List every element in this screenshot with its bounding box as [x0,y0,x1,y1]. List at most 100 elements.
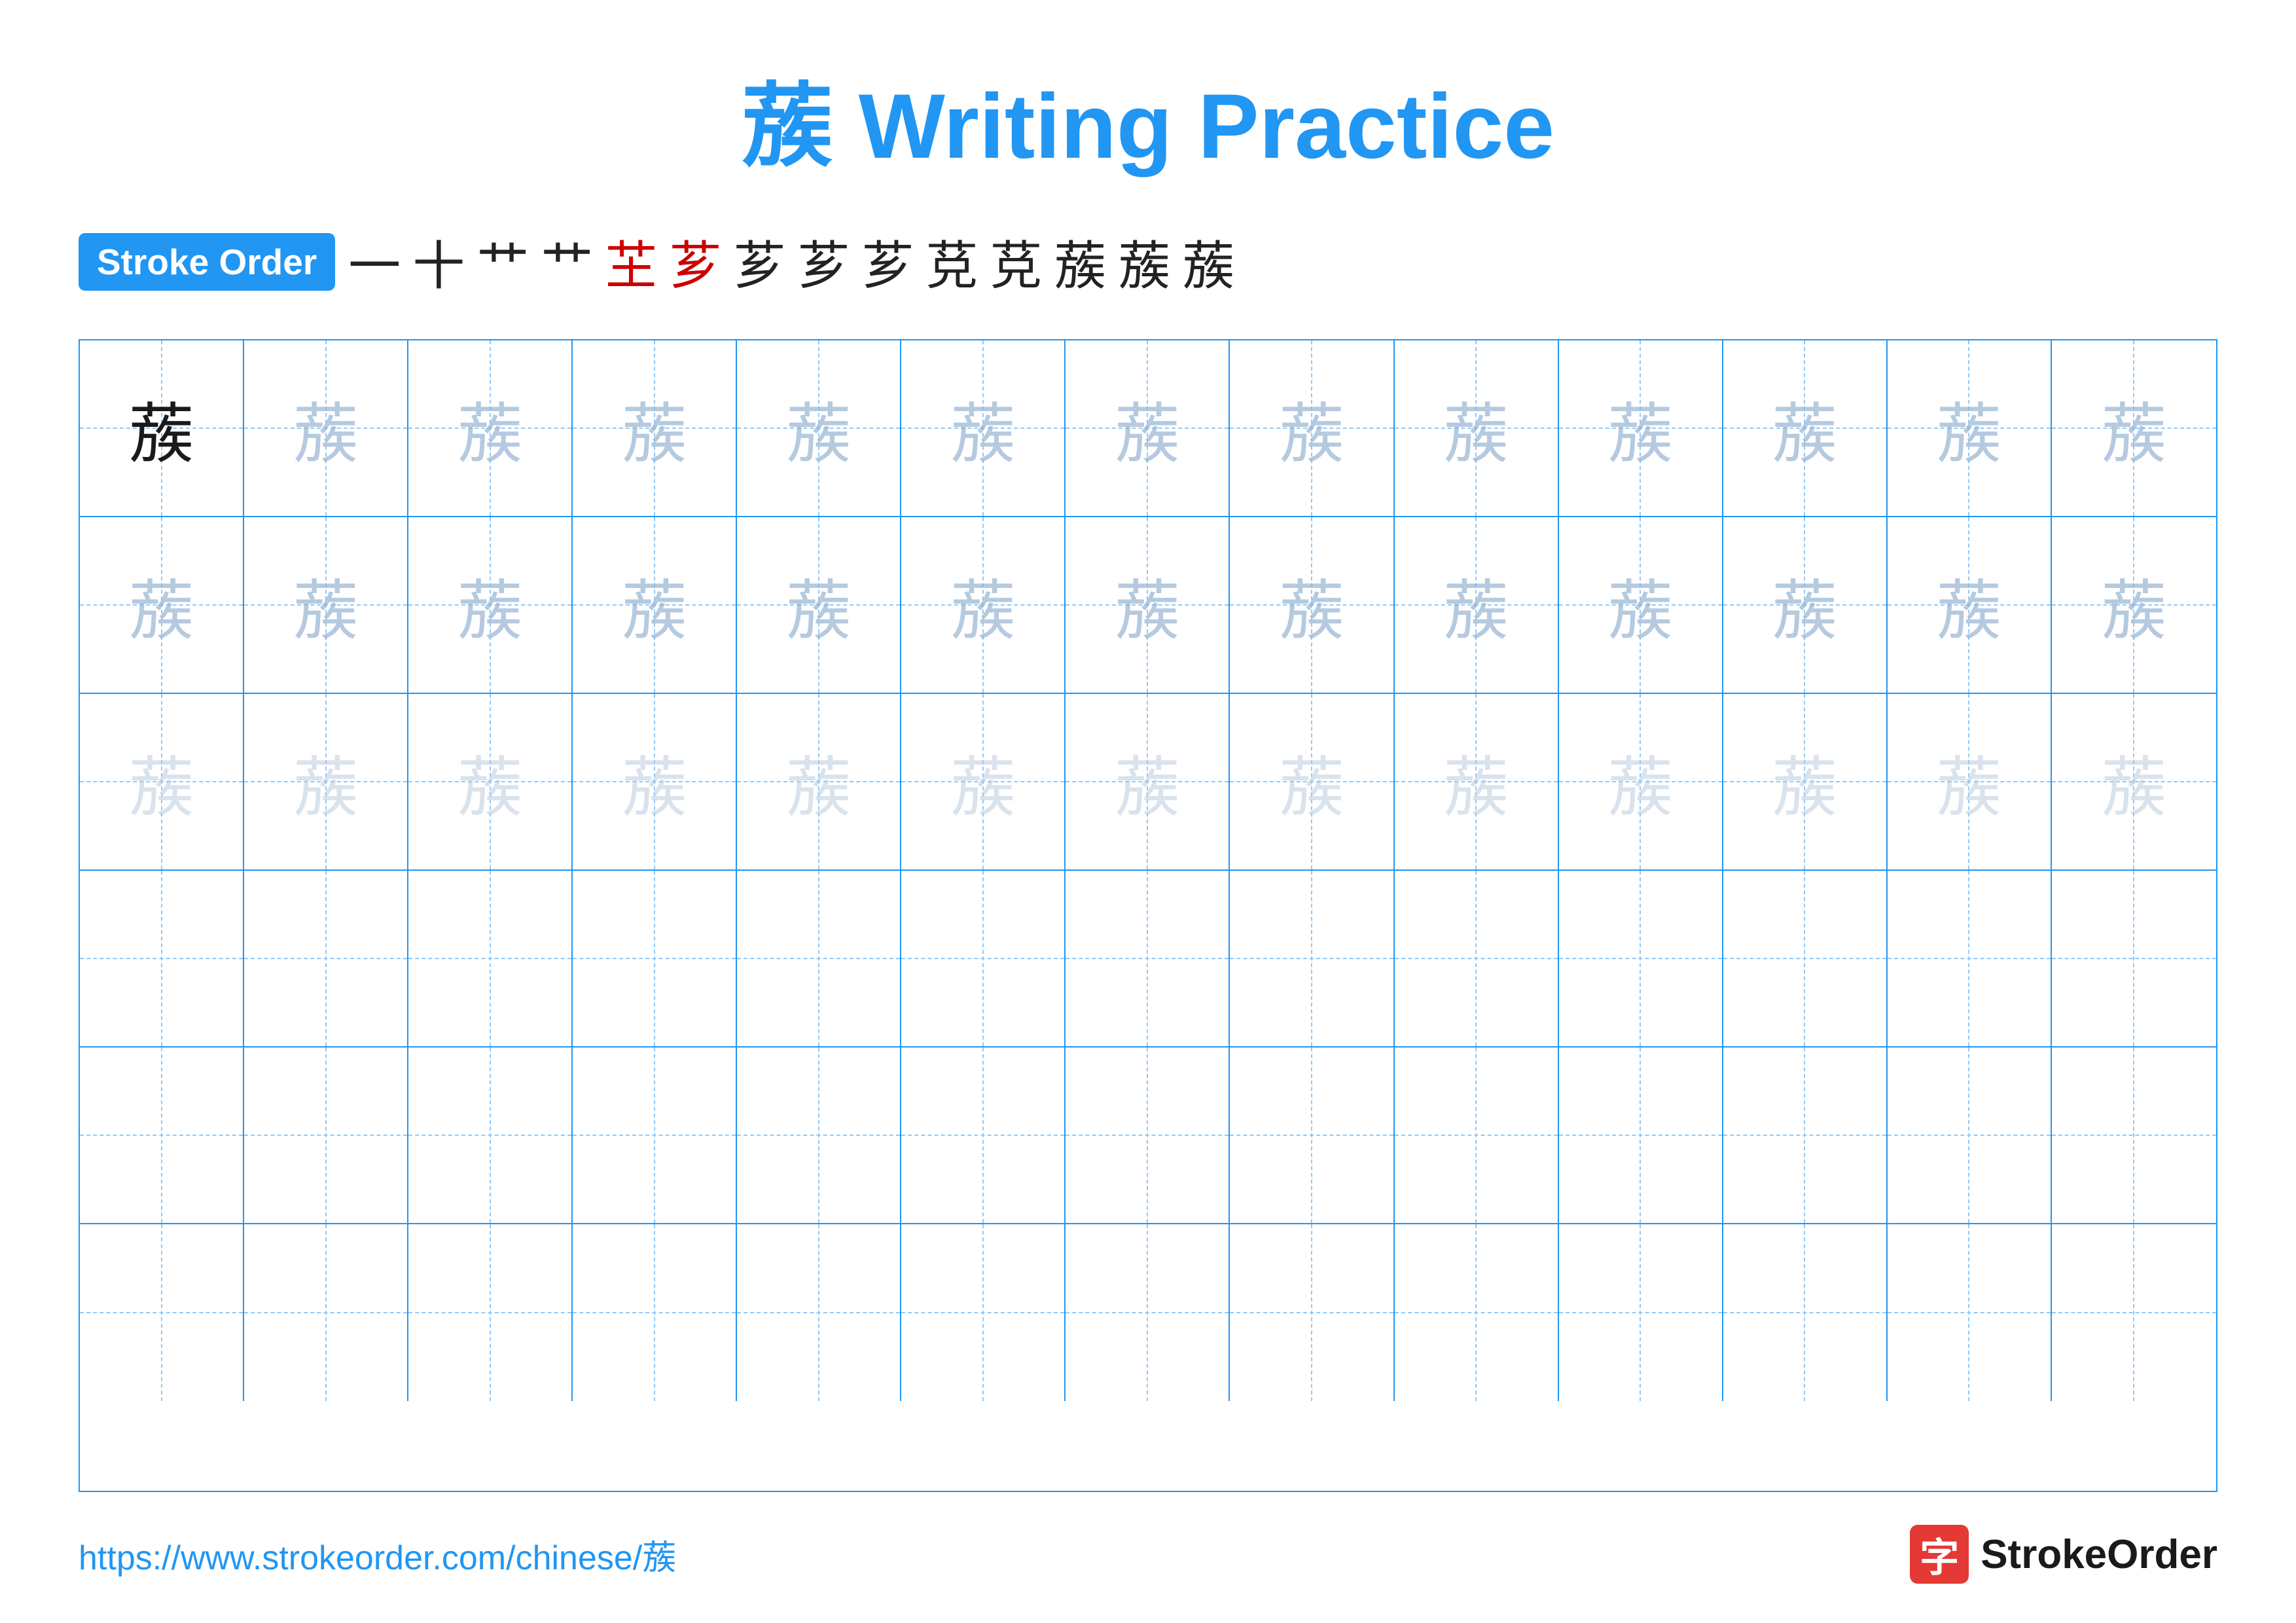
grid-cell-3-5[interactable] [901,871,1066,1046]
stroke-step-13: 蔟 [1182,224,1234,300]
grid-cell-3-3[interactable] [573,871,737,1046]
grid-cell-3-9[interactable] [1559,871,1723,1046]
grid-cell-4-5[interactable] [901,1048,1066,1223]
grid-cell-1-7[interactable]: 蔟 [1230,517,1394,693]
char-in-cell-2-1: 蔟 [293,735,359,830]
grid-cell-5-3[interactable] [573,1224,737,1401]
grid-cell-4-10[interactable] [1723,1048,1888,1223]
char-in-cell-1-3: 蔟 [622,558,687,653]
grid-cell-0-7[interactable]: 蔟 [1230,340,1394,516]
char-in-cell-0-5: 蔟 [950,381,1016,476]
grid-cell-3-4[interactable] [737,871,901,1046]
grid-cell-1-9[interactable]: 蔟 [1559,517,1723,693]
grid-cell-3-12[interactable] [2052,871,2216,1046]
grid-cell-1-3[interactable]: 蔟 [573,517,737,693]
grid-cell-2-8[interactable]: 蔟 [1395,694,1559,869]
grid-cell-0-0[interactable]: 蔟 [80,340,244,516]
grid-cell-0-10[interactable]: 蔟 [1723,340,1888,516]
char-in-cell-1-11: 蔟 [1936,558,2001,653]
grid-cell-4-12[interactable] [2052,1048,2216,1223]
grid-cell-3-1[interactable] [244,871,408,1046]
grid-cell-5-8[interactable] [1395,1224,1559,1401]
grid-cell-4-2[interactable] [408,1048,573,1223]
char-in-cell-1-2: 蔟 [457,558,523,653]
grid-cell-2-10[interactable]: 蔟 [1723,694,1888,869]
grid-cell-1-4[interactable]: 蔟 [737,517,901,693]
char-in-cell-2-6: 蔟 [1115,735,1180,830]
char-in-cell-2-9: 蔟 [1607,735,1673,830]
grid-cell-3-7[interactable] [1230,871,1394,1046]
grid-cell-5-5[interactable] [901,1224,1066,1401]
grid-cell-0-12[interactable]: 蔟 [2052,340,2216,516]
char-in-cell-0-7: 蔟 [1279,381,1344,476]
grid-cell-0-6[interactable]: 蔟 [1066,340,1230,516]
grid-cell-5-10[interactable] [1723,1224,1888,1401]
grid-cell-4-3[interactable] [573,1048,737,1223]
grid-cell-4-0[interactable] [80,1048,244,1223]
grid-cell-2-9[interactable]: 蔟 [1559,694,1723,869]
grid-cell-2-1[interactable]: 蔟 [244,694,408,869]
grid-cell-5-0[interactable] [80,1224,244,1401]
grid-cell-3-2[interactable] [408,871,573,1046]
grid-cell-0-9[interactable]: 蔟 [1559,340,1723,516]
grid-cell-2-7[interactable]: 蔟 [1230,694,1394,869]
grid-cell-2-6[interactable]: 蔟 [1066,694,1230,869]
grid-cell-2-4[interactable]: 蔟 [737,694,901,869]
footer-logo: 字 StrokeOrder [1910,1525,2217,1584]
grid-cell-2-5[interactable]: 蔟 [901,694,1066,869]
grid-cell-2-0[interactable]: 蔟 [80,694,244,869]
char-in-cell-1-4: 蔟 [786,558,852,653]
grid-cell-0-1[interactable]: 蔟 [244,340,408,516]
grid-cell-0-4[interactable]: 蔟 [737,340,901,516]
practice-grid: 蔟蔟蔟蔟蔟蔟蔟蔟蔟蔟蔟蔟蔟蔟蔟蔟蔟蔟蔟蔟蔟蔟蔟蔟蔟蔟蔟蔟蔟蔟蔟蔟蔟蔟蔟蔟蔟蔟蔟 [79,339,2217,1492]
grid-cell-3-8[interactable] [1395,871,1559,1046]
stroke-step-4: 芏 [605,224,657,300]
grid-cell-3-0[interactable] [80,871,244,1046]
grid-cell-1-0[interactable]: 蔟 [80,517,244,693]
grid-cell-5-12[interactable] [2052,1224,2216,1401]
grid-cell-1-10[interactable]: 蔟 [1723,517,1888,693]
grid-cell-2-12[interactable]: 蔟 [2052,694,2216,869]
grid-cell-5-2[interactable] [408,1224,573,1401]
grid-cell-0-11[interactable]: 蔟 [1888,340,2052,516]
grid-cell-5-11[interactable] [1888,1224,2052,1401]
grid-cell-1-8[interactable]: 蔟 [1395,517,1559,693]
grid-cell-4-9[interactable] [1559,1048,1723,1223]
grid-cell-4-7[interactable] [1230,1048,1394,1223]
footer-url[interactable]: https://www.strokeorder.com/chinese/蔟 [79,1530,676,1579]
grid-cell-4-4[interactable] [737,1048,901,1223]
grid-cell-1-6[interactable]: 蔟 [1066,517,1230,693]
grid-cell-0-3[interactable]: 蔟 [573,340,737,516]
char-in-cell-0-10: 蔟 [1772,381,1837,476]
grid-cell-1-2[interactable]: 蔟 [408,517,573,693]
grid-cell-2-11[interactable]: 蔟 [1888,694,2052,869]
grid-cell-5-9[interactable] [1559,1224,1723,1401]
grid-cell-1-12[interactable]: 蔟 [2052,517,2216,693]
grid-cell-5-4[interactable] [737,1224,901,1401]
grid-cell-3-6[interactable] [1066,871,1230,1046]
grid-cell-4-1[interactable] [244,1048,408,1223]
char-in-cell-2-5: 蔟 [950,735,1016,830]
grid-cell-1-5[interactable]: 蔟 [901,517,1066,693]
stroke-step-1: 十 [412,224,465,300]
grid-cell-4-8[interactable] [1395,1048,1559,1223]
grid-cell-3-10[interactable] [1723,871,1888,1046]
stroke-step-12: 蔟 [1118,224,1170,300]
grid-cell-3-11[interactable] [1888,871,2052,1046]
char-in-cell-0-11: 蔟 [1936,381,2001,476]
grid-cell-2-2[interactable]: 蔟 [408,694,573,869]
char-in-cell-2-3: 蔟 [622,735,687,830]
char-in-cell-2-4: 蔟 [786,735,852,830]
grid-cell-0-2[interactable]: 蔟 [408,340,573,516]
grid-cell-5-6[interactable] [1066,1224,1230,1401]
grid-row-0: 蔟蔟蔟蔟蔟蔟蔟蔟蔟蔟蔟蔟蔟 [80,340,2216,517]
grid-cell-5-7[interactable] [1230,1224,1394,1401]
grid-cell-2-3[interactable]: 蔟 [573,694,737,869]
grid-cell-1-1[interactable]: 蔟 [244,517,408,693]
grid-cell-0-5[interactable]: 蔟 [901,340,1066,516]
grid-cell-4-6[interactable] [1066,1048,1230,1223]
grid-cell-4-11[interactable] [1888,1048,2052,1223]
grid-cell-5-1[interactable] [244,1224,408,1401]
grid-cell-0-8[interactable]: 蔟 [1395,340,1559,516]
grid-cell-1-11[interactable]: 蔟 [1888,517,2052,693]
